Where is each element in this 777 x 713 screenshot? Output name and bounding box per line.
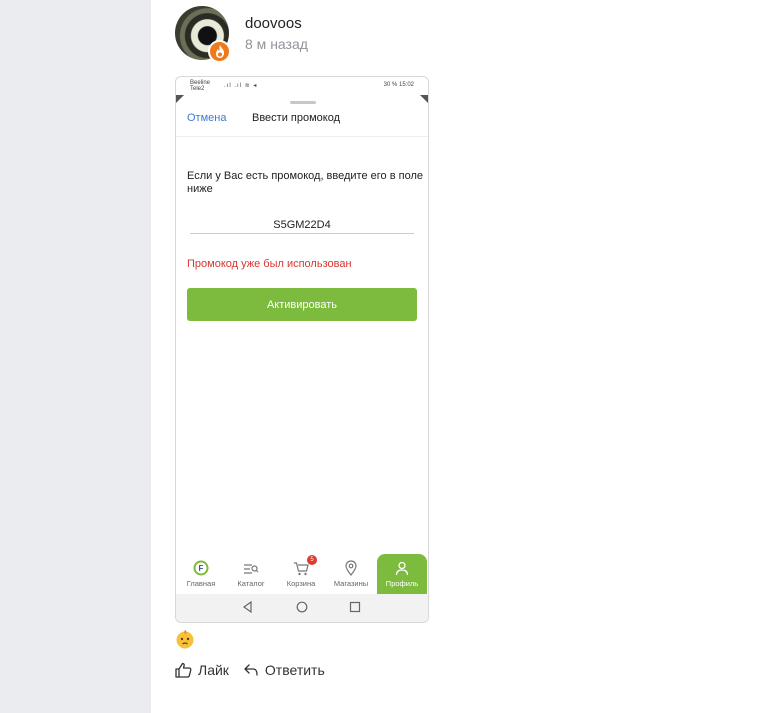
tab-label: Профиль: [385, 579, 419, 588]
android-nav-bar: [176, 594, 428, 622]
attached-screenshot[interactable]: Beeline Tele2 .ıl .ıl ≋ ◂ 30 % 15:02 Отме…: [175, 76, 429, 623]
home-logo-icon: F: [193, 560, 209, 576]
cart-icon: [294, 562, 309, 576]
location-pin-icon: [345, 560, 357, 576]
carrier-2: Tele2: [190, 86, 205, 92]
tab-stores[interactable]: Магазины: [326, 554, 376, 594]
tab-profile[interactable]: Профиль: [377, 554, 427, 594]
user-icon: [395, 561, 409, 576]
tab-catalog[interactable]: Каталог: [226, 554, 276, 594]
back-triangle-icon[interactable]: [242, 601, 253, 613]
cancel-button[interactable]: Отмена: [187, 112, 226, 124]
tab-label: Каталог: [237, 579, 265, 588]
promo-code-input[interactable]: [190, 216, 414, 234]
header-divider: [176, 136, 428, 137]
tab-home[interactable]: F Главная: [176, 554, 226, 594]
sheet-corner-left: [176, 95, 184, 103]
post-actions: Лайк Ответить: [175, 662, 325, 678]
post-card: doovoos 8 м назад Beeline Tele2 .ıl .ıl ≋…: [151, 0, 777, 713]
tab-cart[interactable]: Корзина 5: [276, 554, 326, 594]
catalog-search-icon: [244, 564, 259, 574]
thumbs-up-icon: [175, 662, 192, 678]
tab-label: Главная: [186, 579, 216, 588]
recents-square-icon[interactable]: [349, 601, 361, 613]
tab-label: Магазины: [333, 579, 369, 588]
reply-button[interactable]: Ответить: [243, 662, 325, 678]
tab-bar: F Главная Каталог Корзина 5 Магазины Про…: [176, 554, 428, 594]
signal-icons: .ıl .ıl ≋ ◂: [224, 83, 258, 89]
sheet-title: Ввести промокод: [252, 112, 341, 124]
reply-label: Ответить: [264, 662, 325, 678]
reply-arrow-icon: [244, 664, 258, 676]
worried-face-emoji-icon[interactable]: [175, 629, 195, 649]
instruction-text: Если у Вас есть промокод, введите его в …: [187, 170, 423, 195]
sheet-corner-right: [420, 95, 428, 103]
drag-handle[interactable]: [290, 101, 316, 104]
svg-text:F: F: [199, 564, 204, 573]
error-message: Промокод уже был использован: [187, 258, 352, 270]
status-right: 30 % 15:02: [383, 82, 414, 88]
cart-count-badge: 5: [307, 555, 317, 565]
home-circle-icon[interactable]: [296, 601, 308, 613]
fire-badge-icon: [208, 40, 231, 63]
username[interactable]: doovoos: [245, 15, 302, 32]
like-label: Лайк: [198, 662, 229, 678]
status-bar: Beeline Tele2 .ıl .ıl ≋ ◂ 30 % 15:02: [176, 77, 428, 95]
left-rail: [0, 0, 151, 713]
activate-button[interactable]: Активировать: [187, 288, 417, 321]
post-timestamp: 8 м назад: [245, 36, 308, 52]
like-button[interactable]: Лайк: [175, 662, 229, 678]
tab-label: Корзина: [286, 579, 316, 588]
